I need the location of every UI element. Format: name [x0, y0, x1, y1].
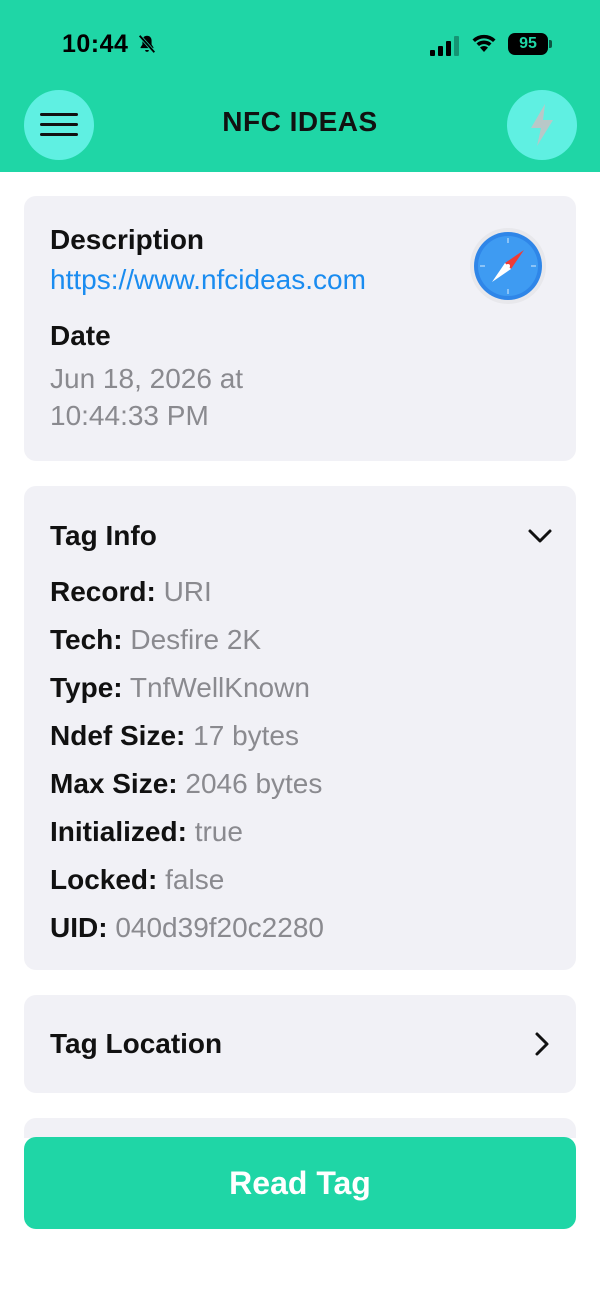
tag-info-value: true	[194, 816, 243, 847]
signal-icon	[430, 36, 459, 56]
date-value: Jun 18, 2026 at 10:44:33 PM	[50, 363, 244, 431]
tag-info-key: Max Size:	[50, 768, 178, 799]
status-time: 10:44	[62, 30, 129, 58]
tag-info-row: Tech: Desfire 2K	[50, 624, 261, 656]
tag-info-key: UID:	[50, 912, 108, 943]
tag-info-key: Locked:	[50, 864, 158, 895]
chevron-right-icon	[535, 1032, 549, 1056]
tag-info-row: UID: 040d39f20c2280	[50, 912, 324, 944]
bell-slash-icon	[138, 34, 156, 54]
flash-action-button[interactable]	[507, 90, 577, 160]
safari-icon[interactable]	[468, 226, 548, 306]
tag-info-value: 2046 bytes	[185, 768, 323, 799]
status-bar: 10:44 95	[0, 0, 600, 90]
tag-info-row: Record: URI	[50, 576, 212, 608]
next-card-edge	[24, 1118, 576, 1138]
battery-icon: 95	[508, 33, 548, 55]
tag-location-title: Tag Location	[50, 1028, 223, 1059]
tag-info-key: Ndef Size:	[50, 720, 186, 751]
tag-info-row: Ndef Size: 17 bytes	[50, 720, 299, 752]
tag-info-title[interactable]: Tag Info	[50, 520, 157, 552]
tag-info-value: 040d39f20c2280	[115, 912, 324, 943]
record-summary-card: Description https://www.nfcideas.com Dat…	[24, 196, 576, 461]
description-label: Description	[50, 224, 205, 255]
tag-info-row: Type: TnfWellKnown	[50, 672, 310, 704]
tag-info-value: 17 bytes	[193, 720, 299, 751]
chevron-down-icon[interactable]	[526, 526, 554, 546]
tag-info-row: Max Size: 2046 bytes	[50, 768, 322, 800]
read-tag-button[interactable]: Read Tag	[24, 1137, 576, 1229]
description-link[interactable]: https://www.nfcideas.com	[50, 264, 366, 296]
tag-info-key: Type:	[50, 672, 123, 703]
tag-info-key: Initialized:	[50, 816, 187, 847]
tag-info-value: TnfWellKnown	[129, 672, 310, 703]
wifi-icon	[472, 34, 496, 52]
tag-info-value: false	[165, 864, 225, 895]
tag-location-row[interactable]: Tag Location	[24, 995, 576, 1093]
app-header: 10:44 95 NFC IDEAS	[0, 0, 600, 172]
tag-info-key: Record:	[50, 576, 156, 607]
tag-info-row: Locked: false	[50, 864, 224, 896]
battery-cap	[549, 40, 552, 48]
date-label: Date	[50, 320, 111, 351]
tag-info-value: URI	[163, 576, 212, 607]
tag-info-card: Tag Info Record: URI Tech: Desfire 2K Ty…	[24, 486, 576, 970]
tag-info-value: Desfire 2K	[130, 624, 262, 655]
lightning-bolt-icon	[531, 104, 553, 146]
tag-info-key: Tech:	[50, 624, 123, 655]
tag-info-row: Initialized: true	[50, 816, 243, 848]
